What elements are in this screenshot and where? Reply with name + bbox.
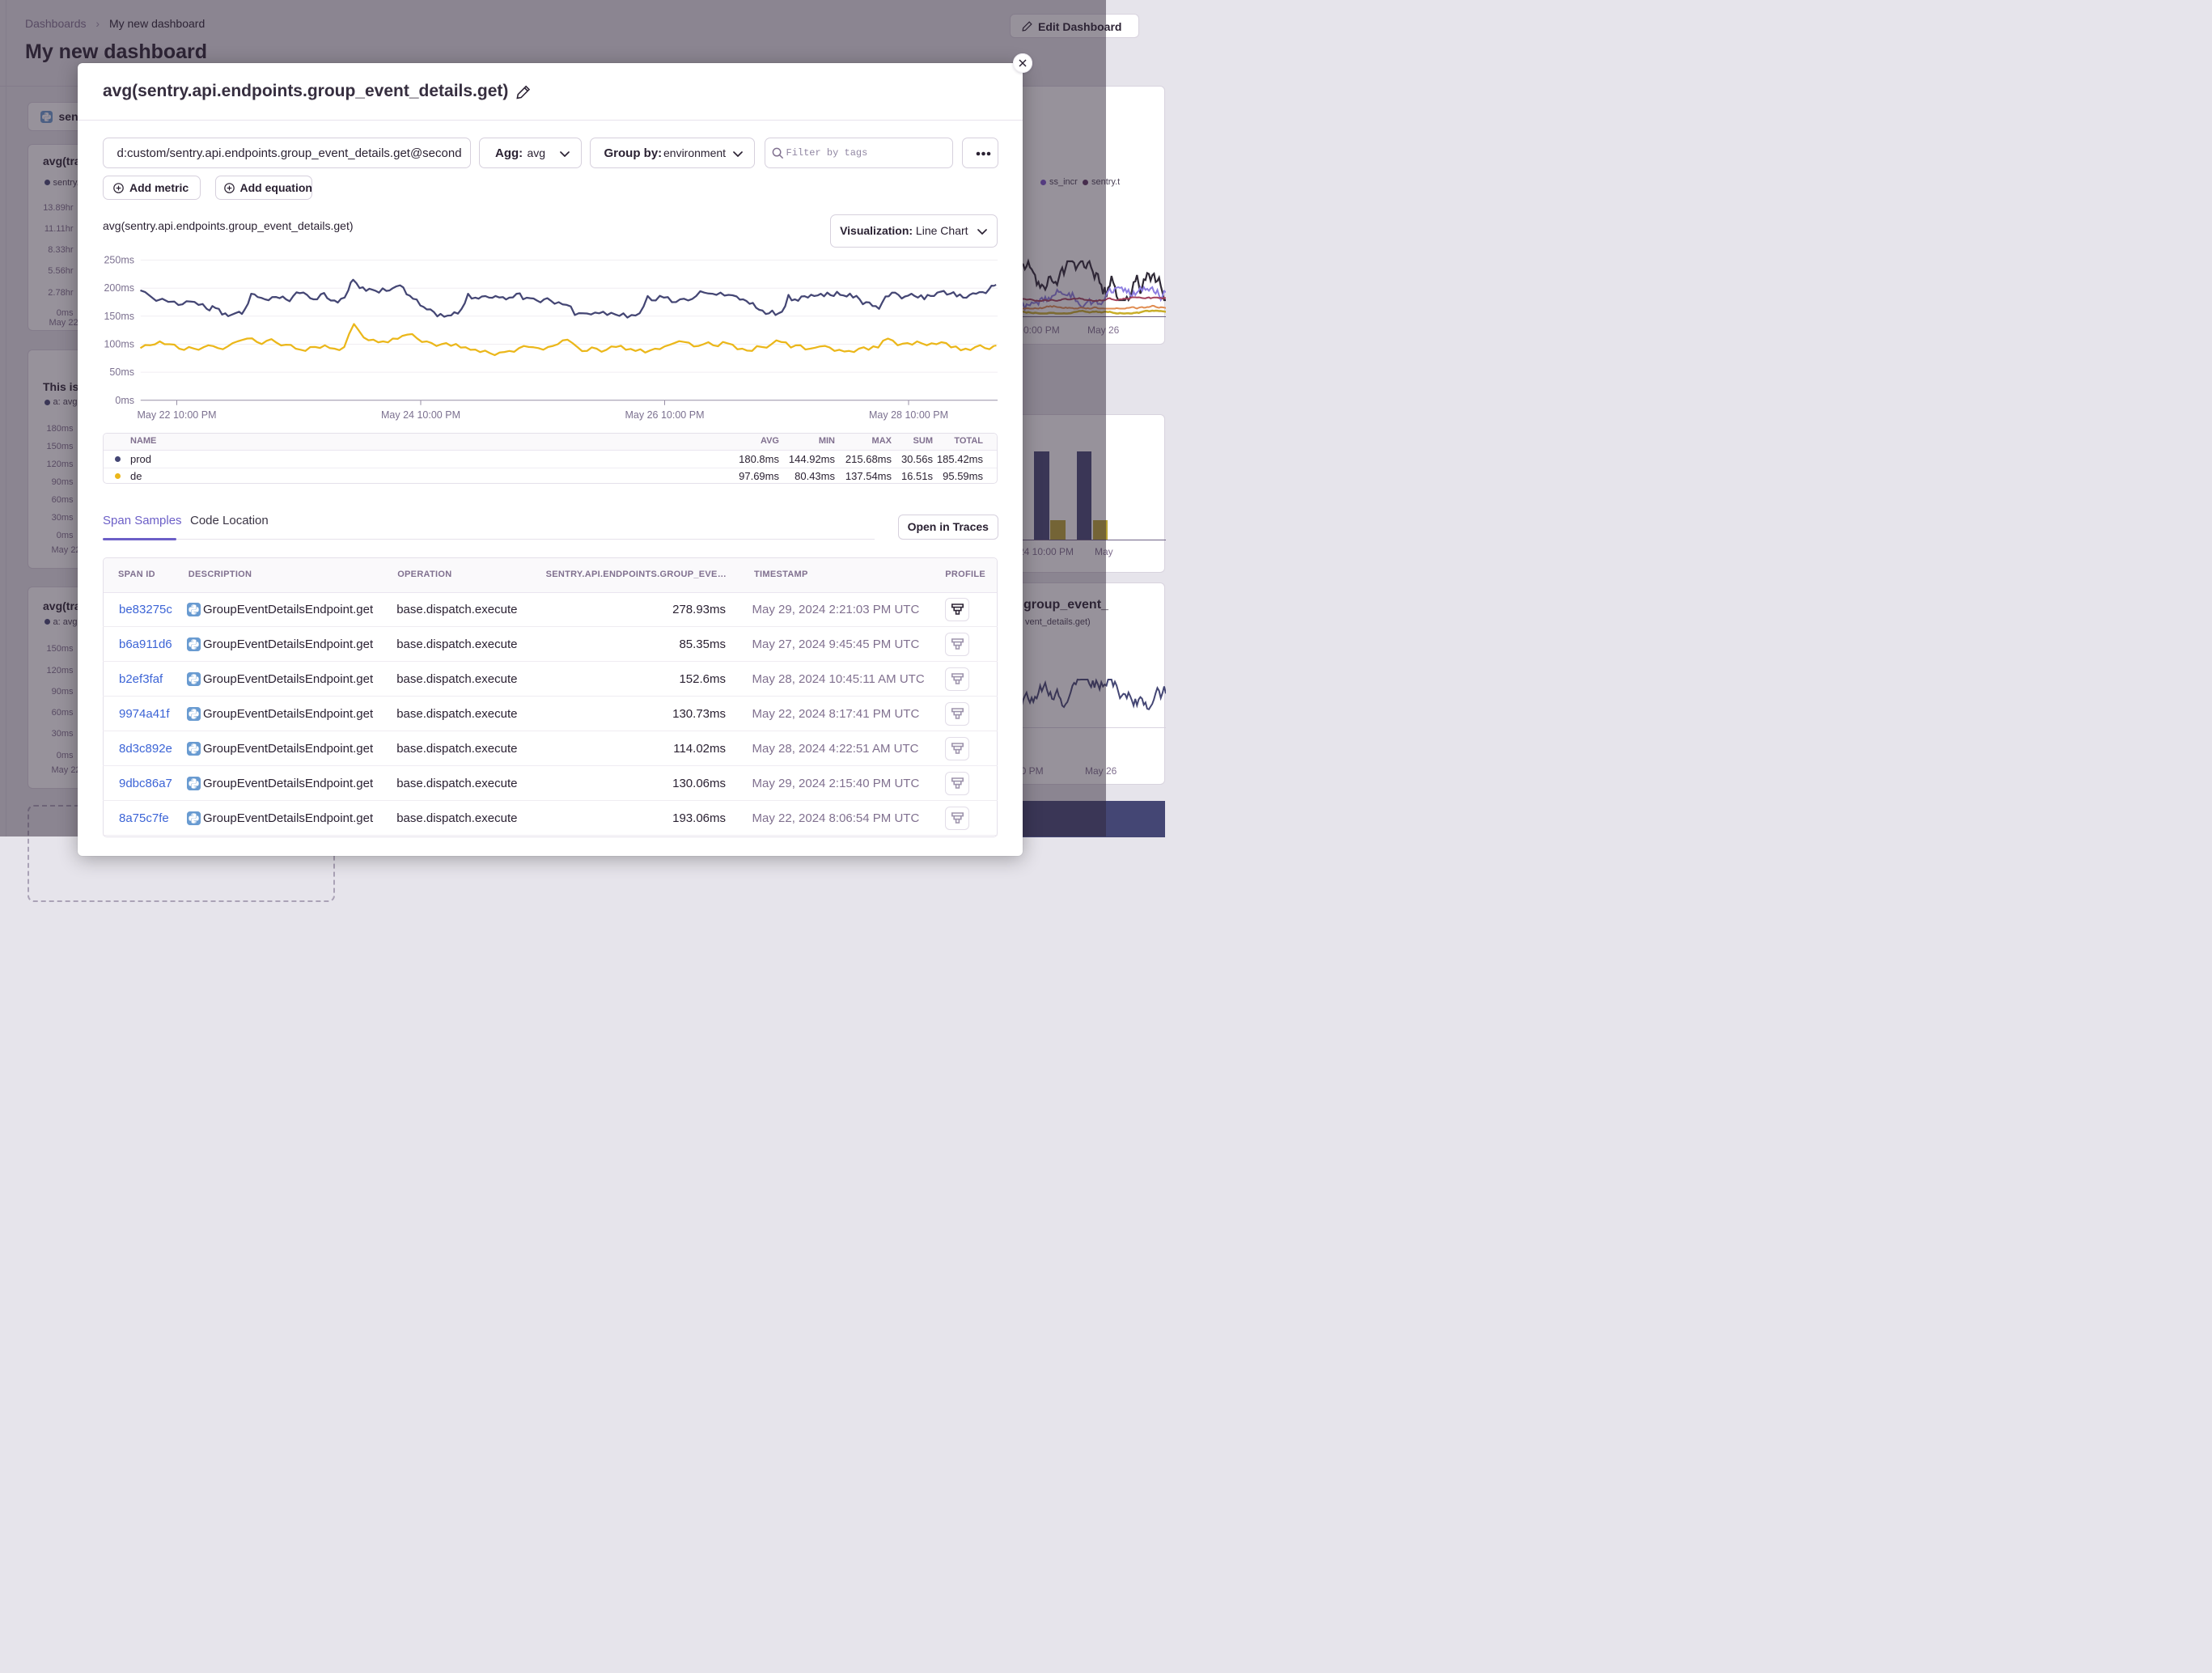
svg-text:May 22 10:00 PM: May 22 10:00 PM — [137, 409, 216, 421]
svg-text:150ms: 150ms — [104, 311, 134, 322]
svg-text:May 24 10:00 PM: May 24 10:00 PM — [381, 409, 460, 421]
svg-text:May 26 10:00 PM: May 26 10:00 PM — [625, 409, 704, 421]
svg-text:May 28 10:00 PM: May 28 10:00 PM — [869, 409, 948, 421]
svg-text:0ms: 0ms — [115, 395, 134, 406]
svg-text:200ms: 200ms — [104, 282, 134, 294]
svg-text:50ms: 50ms — [109, 366, 134, 378]
svg-text:250ms: 250ms — [104, 255, 134, 266]
svg-text:100ms: 100ms — [104, 339, 134, 350]
